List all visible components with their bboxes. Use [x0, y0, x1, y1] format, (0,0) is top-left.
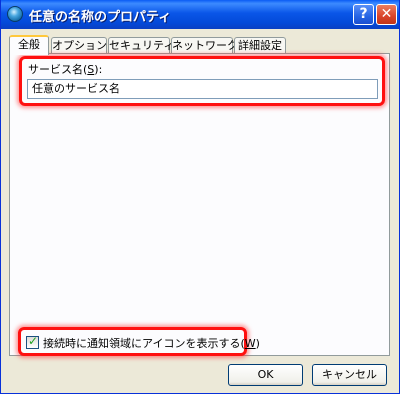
title-bar[interactable]: 任意の名称のプロパティ ? ✕ — [1, 0, 399, 29]
network-globe-icon — [7, 6, 23, 22]
tab-options[interactable]: オプション — [51, 37, 107, 54]
help-button[interactable]: ? — [353, 4, 374, 25]
tray-icon-checkbox[interactable]: ✓ — [26, 334, 39, 349]
tab-general[interactable]: 全般 — [9, 35, 49, 55]
window-title: 任意の名称のプロパティ — [29, 10, 172, 25]
help-icon: ? — [359, 6, 368, 22]
properties-dialog: 任意の名称のプロパティ ? ✕ 全般 オプション セキュリティ ネットワーク 詳… — [0, 0, 400, 394]
tray-icon-checkbox-label[interactable]: 接続時に通知領域にアイコンを表示する(W) — [43, 335, 260, 351]
cancel-button[interactable]: キャンセル — [312, 364, 387, 386]
ok-button[interactable]: OK — [228, 364, 303, 386]
tab-network[interactable]: ネットワーク — [171, 37, 238, 54]
service-name-input[interactable]: 任意のサービス名 — [27, 79, 378, 99]
tab-security[interactable]: セキュリティ — [108, 37, 174, 54]
tab-advanced[interactable]: 詳細設定 — [234, 37, 286, 54]
close-button[interactable]: ✕ — [376, 4, 397, 25]
checkmark-icon: ✓ — [28, 334, 39, 348]
close-icon: ✕ — [380, 6, 393, 22]
service-name-label: サービス名(S): — [28, 63, 103, 76]
